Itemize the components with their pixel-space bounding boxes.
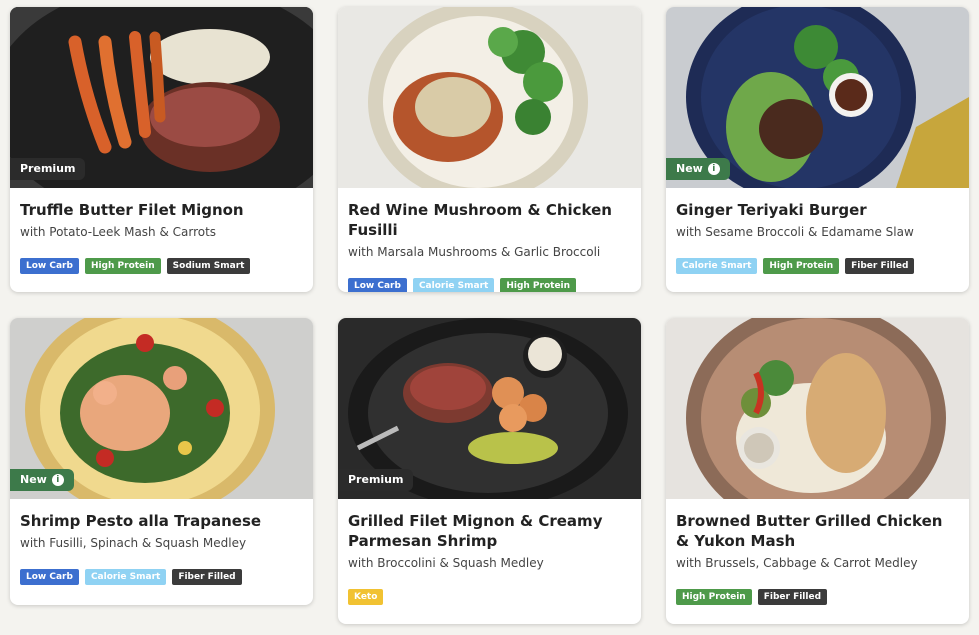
high-protein-badge: High Protein bbox=[500, 278, 577, 292]
grilled-chicken-photo bbox=[666, 318, 969, 499]
low-carb-badge: Low Carb bbox=[348, 278, 407, 292]
diet-badges: High Protein Fiber Filled bbox=[676, 589, 959, 605]
info-icon[interactable]: i bbox=[51, 474, 64, 486]
meal-subtitle: with Fusilli, Spinach & Squash Medley bbox=[20, 536, 247, 550]
calorie-smart-badge: Calorie Smart bbox=[412, 278, 495, 292]
meal-title[interactable]: Shrimp Pesto alla Trapanese bbox=[20, 511, 303, 531]
meal-card[interactable]: Premium Grilled Filet Mignon & Creamy Pa… bbox=[338, 318, 641, 624]
meal-card[interactable]: New i Shrimp Pesto alla Trapanese with F… bbox=[10, 318, 313, 605]
meal-card[interactable]: Red Wine Mushroom & Chicken Fusilli with… bbox=[338, 7, 641, 292]
diet-badges: Keto bbox=[348, 589, 631, 605]
new-tag: New i bbox=[10, 469, 74, 491]
premium-tag: Premium bbox=[338, 469, 414, 491]
tag-label: New bbox=[20, 473, 47, 486]
fiber-filled-badge: Fiber Filled bbox=[757, 589, 828, 605]
high-protein-badge: High Protein bbox=[676, 589, 752, 605]
meal-photo[interactable]: New i bbox=[666, 7, 969, 188]
diet-badges: Low Carb High Protein Sodium Smart bbox=[20, 258, 303, 274]
meal-subtitle: with Marsala Mushrooms & Garlic Broccoli bbox=[348, 245, 601, 259]
new-tag: New i bbox=[666, 158, 730, 180]
diet-badges: Low Carb Calorie Smart Fiber Filled bbox=[20, 569, 303, 585]
meal-subtitle: with Sesame Broccoli & Edamame Slaw bbox=[676, 225, 914, 239]
meal-title[interactable]: Ginger Teriyaki Burger bbox=[676, 200, 959, 220]
meal-photo[interactable]: New i bbox=[10, 318, 313, 499]
low-carb-badge: Low Carb bbox=[20, 258, 79, 274]
tag-label: Premium bbox=[348, 473, 404, 486]
calorie-smart-badge: Calorie Smart bbox=[84, 569, 167, 585]
meal-subtitle: with Brussels, Cabbage & Carrot Medley bbox=[676, 556, 918, 570]
meal-photo[interactable]: Premium bbox=[10, 7, 313, 188]
meal-card[interactable]: Premium Truffle Butter Filet Mignon with… bbox=[10, 7, 313, 292]
meal-title[interactable]: Truffle Butter Filet Mignon bbox=[20, 200, 303, 220]
diet-badges: Calorie Smart High Protein Fiber Filled bbox=[676, 258, 959, 274]
info-icon[interactable]: i bbox=[707, 163, 720, 175]
meal-title[interactable]: Browned Butter Grilled Chicken & Yukon M… bbox=[676, 511, 959, 551]
meal-subtitle: with Potato-Leek Mash & Carrots bbox=[20, 225, 217, 239]
fiber-filled-badge: Fiber Filled bbox=[172, 569, 242, 585]
high-protein-badge: High Protein bbox=[763, 258, 840, 274]
tag-label: Premium bbox=[20, 162, 76, 175]
tag-label: New bbox=[676, 162, 703, 175]
meal-subtitle: with Broccolini & Squash Medley bbox=[348, 556, 544, 570]
meal-photo[interactable] bbox=[338, 7, 641, 188]
meal-photo[interactable] bbox=[666, 318, 969, 499]
meal-card[interactable]: New i Ginger Teriyaki Burger with Sesame… bbox=[666, 7, 969, 292]
calorie-smart-badge: Calorie Smart bbox=[676, 258, 758, 274]
high-protein-badge: High Protein bbox=[84, 258, 161, 274]
chicken-fusilli-photo bbox=[338, 7, 641, 188]
meal-title[interactable]: Red Wine Mushroom & Chicken Fusilli bbox=[348, 200, 631, 240]
meal-title[interactable]: Grilled Filet Mignon & Creamy Parmesan S… bbox=[348, 511, 631, 551]
low-carb-badge: Low Carb bbox=[20, 569, 79, 585]
meal-card[interactable]: Browned Butter Grilled Chicken & Yukon M… bbox=[666, 318, 969, 624]
sodium-smart-badge: Sodium Smart bbox=[166, 258, 251, 274]
keto-badge: Keto bbox=[348, 589, 384, 605]
meal-photo[interactable]: Premium bbox=[338, 318, 641, 499]
premium-tag: Premium bbox=[10, 158, 86, 180]
fiber-filled-badge: Fiber Filled bbox=[845, 258, 915, 274]
diet-badges: Low Carb Calorie Smart High Protein bbox=[348, 278, 631, 292]
